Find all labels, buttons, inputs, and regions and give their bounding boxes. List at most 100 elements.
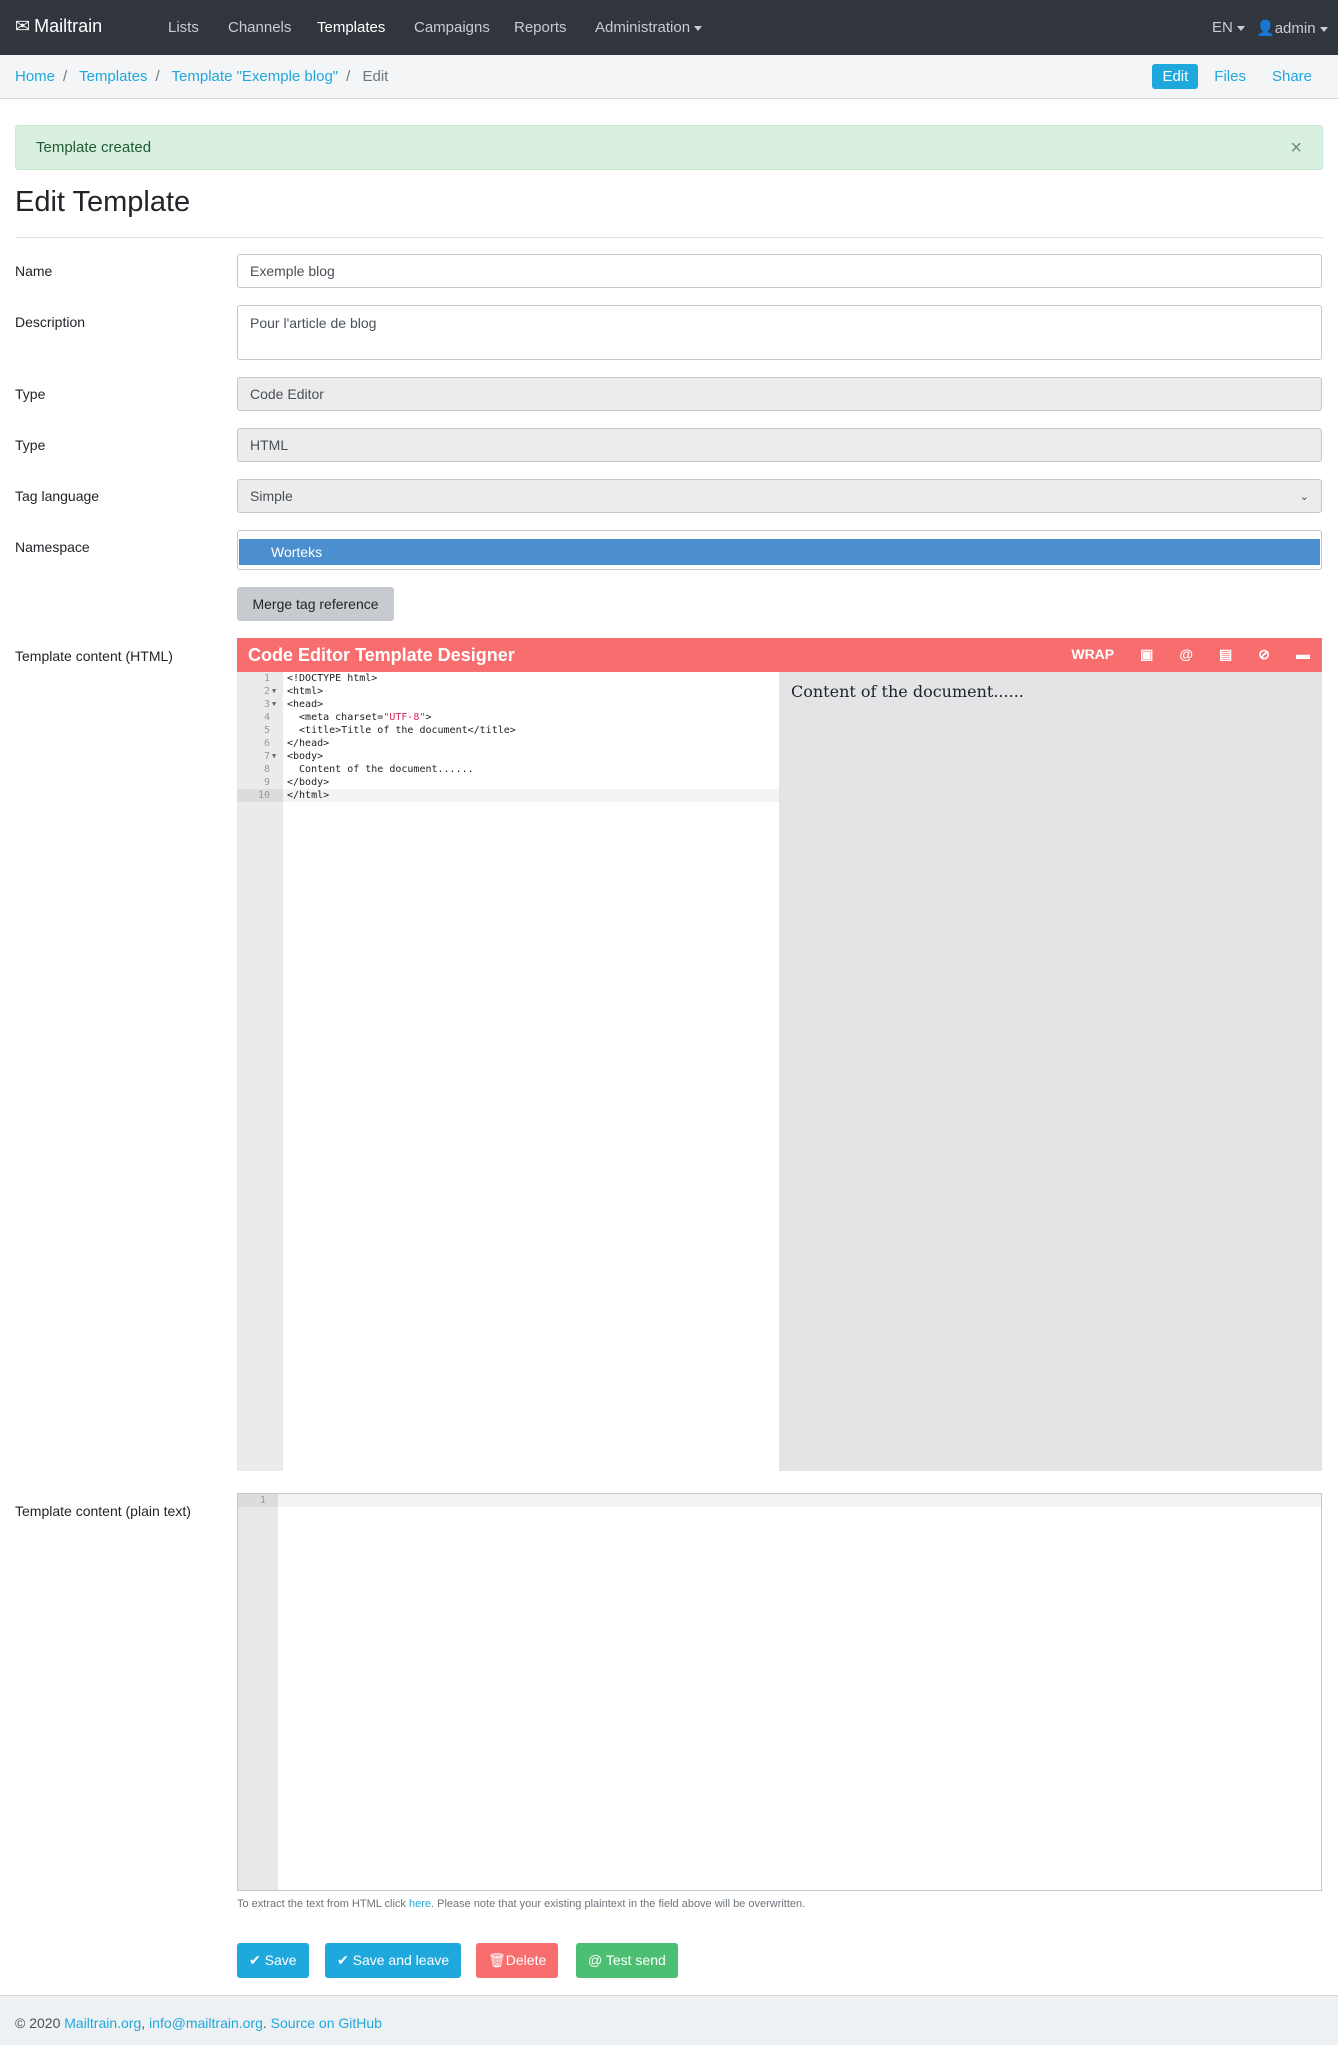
fold-icon[interactable]: ▼ <box>272 750 276 763</box>
caret-down-icon <box>1319 26 1328 32</box>
line-number: 1 <box>238 1494 278 1507</box>
code-text: <html> <box>287 686 324 697</box>
line-number: 6 <box>263 738 270 749</box>
code-line: 1 <!DOCTYPE html> <box>237 672 779 685</box>
code-line: 5 <title>Title of the document</title> <box>237 724 779 737</box>
type-label: Type <box>15 386 46 402</box>
code-text: </head> <box>287 738 330 749</box>
tab-edit[interactable]: Edit <box>1152 64 1199 89</box>
navbar: ✉ Mailtrain Lists Channels Templates Camp… <box>0 0 1338 55</box>
breadcrumb-template[interactable]: Template "Exemple blog" <box>172 68 339 85</box>
fold-icon[interactable]: ▼ <box>272 685 276 698</box>
code-line: 7 ▼ <body> <box>237 750 779 763</box>
description-textarea[interactable]: Pour l'article de blog <box>237 305 1322 360</box>
window-maximize-icon[interactable]: ▬ <box>1296 646 1310 663</box>
check-icon: ✔ <box>249 1952 265 1968</box>
close-icon[interactable]: × <box>1290 137 1302 160</box>
fold-icon[interactable]: ▼ <box>272 698 276 711</box>
line-number: 9 <box>263 777 270 788</box>
divider <box>15 237 1323 238</box>
code-line: 4 <meta charset="UTF-8"> <box>237 711 779 724</box>
html-preview: Content of the document...... <box>779 672 1322 1471</box>
tab-share[interactable]: Share <box>1262 64 1322 89</box>
line-number: 2 <box>263 686 270 697</box>
save-button[interactable]: ✔ Save <box>237 1943 309 1978</box>
code-line: 3 ▼ <head> <box>237 698 779 711</box>
tag-language-select[interactable]: Simple ⌄ <box>237 479 1322 513</box>
code-text: <body> <box>287 751 324 762</box>
file-code-icon[interactable]: ▤ <box>1219 646 1232 663</box>
user-dropdown[interactable]: 👤admin <box>1256 19 1328 37</box>
nav-lists[interactable]: Lists <box>168 19 199 36</box>
email-link[interactable]: info@mailtrain.org <box>149 2015 263 2031</box>
namespace-option[interactable]: Worteks <box>239 539 1320 565</box>
editor-header: Code Editor Template Designer WRAP ▣ @ ▤… <box>237 638 1322 672</box>
content-html-label: Template content (HTML) <box>15 648 173 664</box>
nav-administration[interactable]: Administration <box>595 19 703 36</box>
breadcrumb-bar: Home / Templates / Template "Exemple blog"… <box>0 55 1338 99</box>
at-icon: @ <box>588 1952 606 1968</box>
breadcrumb: Home / Templates / Template "Exemple blog"… <box>15 68 389 85</box>
line-number: 7 <box>263 751 270 762</box>
code-line: 9 </body> <box>237 776 779 789</box>
breadcrumb-current: Edit <box>362 68 389 85</box>
html-code-editor[interactable]: 1 <!DOCTYPE html> 2 ▼ <html> 3 ▼ <head> 4 <meta … <box>237 672 779 1471</box>
nav-channels[interactable]: Channels <box>228 19 291 36</box>
namespace-select[interactable]: Worteks <box>237 530 1322 570</box>
merge-tag-reference-button[interactable]: Merge tag reference <box>237 587 394 621</box>
success-alert: Template created × <box>15 125 1323 170</box>
chevron-down-icon: ⌄ <box>1299 490 1309 503</box>
code-line: 2 ▼ <html> <box>237 685 779 698</box>
envelope-icon: ✉ <box>15 16 31 36</box>
caret-down-icon <box>1236 25 1245 31</box>
code-line: 10 </html> <box>237 789 779 802</box>
breadcrumb-home[interactable]: Home <box>15 68 55 85</box>
test-send-button[interactable]: @ Test send <box>576 1943 678 1978</box>
code-line: 6 </head> <box>237 737 779 750</box>
editor-title: Code Editor Template Designer <box>248 645 515 665</box>
type-field: Code Editor <box>237 377 1322 411</box>
tag-language-label: Tag language <box>15 488 100 504</box>
code-text: Content of the document...... <box>287 764 474 775</box>
language-dropdown[interactable]: EN <box>1212 19 1245 36</box>
name-input[interactable]: Exemple blog <box>237 254 1322 288</box>
namespace-label: Namespace <box>15 539 90 555</box>
mailtrain-link[interactable]: Mailtrain.org <box>64 2015 141 2031</box>
name-label: Name <box>15 263 53 279</box>
code-text: </body> <box>287 777 330 788</box>
breadcrumb-templates[interactable]: Templates <box>79 68 147 85</box>
nav-reports[interactable]: Reports <box>514 19 567 36</box>
merge-tags-icon[interactable]: @ <box>1179 646 1193 663</box>
line-number: 3 <box>263 699 270 710</box>
nav-templates[interactable]: Templates <box>317 19 385 36</box>
code-text: <meta charset="UTF-8"> <box>287 712 432 723</box>
content-plain-label: Template content (plain text) <box>15 1503 191 1519</box>
description-label: Description <box>15 314 86 330</box>
code-text: </html> <box>287 790 330 801</box>
line-number: 1 <box>263 673 270 684</box>
brand[interactable]: ✉ Mailtrain <box>15 16 102 37</box>
line-number: 8 <box>263 764 270 775</box>
code-text: <title>Title of the document</title> <box>287 725 516 736</box>
check-icon: ✔ <box>337 1952 353 1968</box>
wrap-button[interactable]: WRAP <box>1071 646 1114 663</box>
code-text: <head> <box>287 699 324 710</box>
save-icon[interactable]: ▣ <box>1140 646 1153 663</box>
footer: © 2020 Mailtrain.org, info@mailtrain.org… <box>0 1995 1338 2045</box>
nav-campaigns[interactable]: Campaigns <box>414 19 490 36</box>
page-title: Edit Template <box>15 186 191 218</box>
line-number: 4 <box>263 712 270 723</box>
save-and-leave-button[interactable]: ✔ Save and leave <box>325 1943 462 1978</box>
plaintext-editor[interactable]: 1 <box>237 1493 1322 1891</box>
github-link[interactable]: Source on GitHub <box>271 2015 382 2031</box>
code-line: 8 Content of the document...... <box>237 763 779 776</box>
eye-slash-icon[interactable]: ⊘ <box>1258 646 1270 663</box>
help-text: To extract the text from HTML click here… <box>237 1898 806 1910</box>
user-icon: 👤 <box>1256 20 1275 37</box>
delete-button[interactable]: 🗑Delete <box>476 1943 559 1978</box>
extract-text-link[interactable]: here <box>409 1898 431 1910</box>
tab-files[interactable]: Files <box>1204 64 1256 89</box>
line-number: 10 <box>237 789 283 802</box>
type-field-2: HTML <box>237 428 1322 462</box>
caret-down-icon <box>694 25 703 31</box>
